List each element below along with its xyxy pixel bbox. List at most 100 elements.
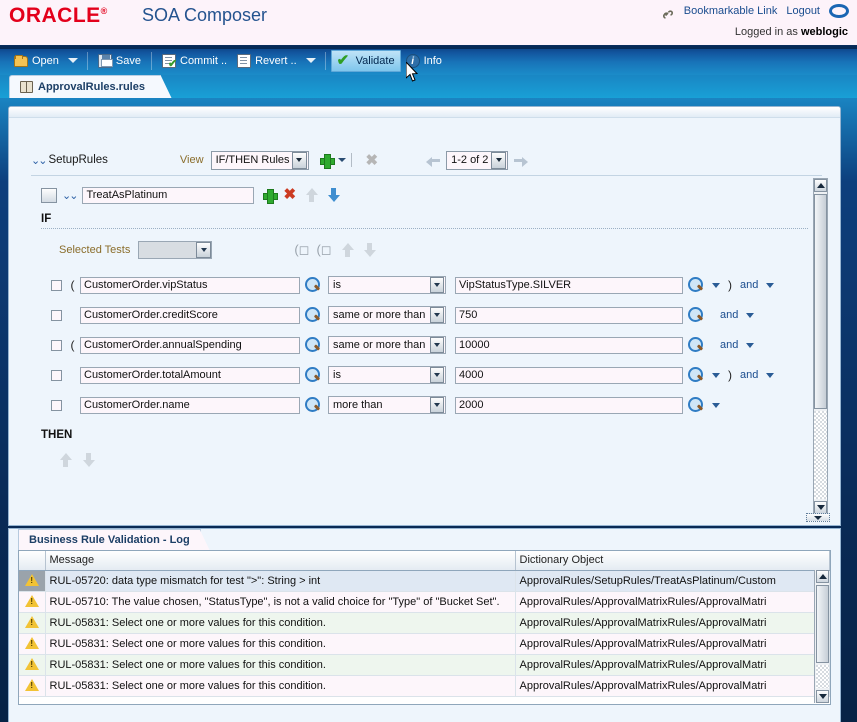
table-row[interactable]: RUL-05831: Select one or more values for… <box>19 612 830 634</box>
page-range-chevron-down-icon <box>491 151 507 169</box>
view-mode-value: IF/THEN Rules <box>215 154 290 166</box>
condition-operator-select[interactable]: same or more than <box>328 336 446 354</box>
panel-resize-grip[interactable] <box>806 513 830 522</box>
log-scrollbar-track[interactable] <box>816 665 829 688</box>
connector-chevron-down-icon[interactable] <box>746 342 755 348</box>
condition-checkbox[interactable] <box>51 399 62 411</box>
save-button[interactable]: Save <box>93 50 146 72</box>
condition-operator-select[interactable]: is <box>328 366 446 384</box>
log-scroll-up-icon[interactable] <box>816 570 829 583</box>
move-action-down-icon[interactable] <box>82 453 95 467</box>
remove-parenthesis-icon[interactable]: (◻ <box>316 242 331 258</box>
validate-button[interactable]: ✔ Validate <box>330 49 401 72</box>
tab-approvalrules-rules[interactable]: ApprovalRules.rules <box>9 75 172 99</box>
ruleset-collapse-chevron-icon[interactable]: ⌄⌄ <box>31 154 48 167</box>
row-severity-cell <box>19 570 46 592</box>
field-search-icon[interactable] <box>305 397 321 413</box>
log-scrollbar-thumb[interactable] <box>816 585 829 663</box>
log-scroll-down-icon[interactable] <box>816 690 829 703</box>
table-row[interactable]: RUL-05831: Select one or more values for… <box>19 633 830 655</box>
add-rule-menu-chevron-down-icon[interactable] <box>337 158 346 162</box>
condition-value-input[interactable] <box>455 366 683 384</box>
column-header-message[interactable]: Message <box>45 551 516 571</box>
delete-rule-row-button[interactable]: ✖ <box>283 187 296 202</box>
page-range-select[interactable]: 1-2 of 2 <box>446 150 509 170</box>
revert-document-icon <box>237 53 252 68</box>
connector-chevron-down-icon[interactable] <box>746 312 755 318</box>
add-rule-button[interactable] <box>319 153 335 169</box>
revert-button[interactable]: Revert .. <box>232 50 302 72</box>
value-search-icon[interactable] <box>688 307 704 323</box>
scroll-up-icon[interactable] <box>814 179 827 192</box>
condition-operator-select[interactable]: same or more than <box>328 306 446 324</box>
info-button-label: Info <box>423 54 442 67</box>
scrollbar-track[interactable] <box>814 411 827 499</box>
table-row[interactable]: RUL-05831: Select one or more values for… <box>19 654 830 676</box>
delete-rule-button[interactable]: ✖ <box>366 153 379 168</box>
selected-tests-select[interactable] <box>138 241 213 259</box>
condition-operator-select[interactable]: more than <box>328 396 446 414</box>
move-rule-up-icon[interactable] <box>305 188 319 202</box>
condition-open-paren: ( <box>67 308 78 322</box>
move-test-down-icon[interactable] <box>363 243 376 257</box>
connector-chevron-down-icon[interactable] <box>766 282 775 288</box>
table-row[interactable]: RUL-05710: The value chosen, "StatusType… <box>19 591 830 613</box>
commit-button[interactable]: ✔ Commit .. <box>157 50 232 72</box>
table-row[interactable]: RUL-05720: data type mismatch for test "… <box>19 570 830 592</box>
logout-link[interactable]: Logout <box>786 5 820 17</box>
value-search-icon[interactable] <box>688 337 704 353</box>
info-button[interactable]: i Info <box>401 50 447 72</box>
value-search-icon[interactable] <box>688 277 704 293</box>
condition-connector: and <box>740 279 759 291</box>
condition-value-input[interactable] <box>455 306 683 324</box>
condition-value-input[interactable] <box>455 276 683 294</box>
value-search-icon[interactable] <box>688 367 704 383</box>
condition-field-input[interactable] <box>80 306 300 324</box>
ruleset-name: SetupRules <box>48 154 108 166</box>
move-action-up-icon[interactable] <box>59 453 72 467</box>
log-vertical-scrollbar[interactable] <box>814 570 829 703</box>
revert-menu-chevron-down-icon[interactable] <box>305 58 316 63</box>
field-search-icon[interactable] <box>305 367 321 383</box>
value-menu-chevron-down-icon[interactable] <box>712 402 720 408</box>
rule-collapse-chevron-icon[interactable]: ⌄⌄ <box>62 189 79 202</box>
previous-page-icon[interactable] <box>426 155 441 167</box>
view-mode-select[interactable]: IF/THEN Rules <box>210 150 309 170</box>
scrollbar-thumb[interactable] <box>814 194 827 409</box>
connector-chevron-down-icon[interactable] <box>766 372 775 378</box>
field-search-icon[interactable] <box>305 337 321 353</box>
add-condition-button[interactable] <box>263 188 279 204</box>
condition-close-paren: ) <box>728 278 732 292</box>
condition-checkbox[interactable] <box>51 339 62 351</box>
field-search-icon[interactable] <box>305 307 321 323</box>
add-parenthesis-icon[interactable]: (◻ <box>294 242 309 258</box>
field-search-icon[interactable] <box>305 277 321 293</box>
condition-field-input[interactable] <box>80 396 300 414</box>
condition-value-input[interactable] <box>455 336 683 354</box>
value-menu-chevron-down-icon[interactable] <box>712 372 720 378</box>
rule-name-input[interactable] <box>82 186 255 204</box>
rule-expand-toggle[interactable] <box>41 187 57 203</box>
rules-vertical-scrollbar[interactable] <box>813 178 828 515</box>
open-button[interactable]: Open <box>9 50 64 72</box>
open-menu-chevron-down-icon[interactable] <box>67 58 78 63</box>
table-row[interactable]: RUL-05831: Select one or more values for… <box>19 675 830 697</box>
condition-operator-select[interactable]: is <box>328 276 446 294</box>
condition-field-input[interactable] <box>80 276 300 294</box>
warning-icon <box>24 595 39 607</box>
value-menu-chevron-down-icon[interactable] <box>712 282 720 288</box>
condition-field-input[interactable] <box>80 366 300 384</box>
condition-checkbox[interactable] <box>51 369 62 381</box>
column-header-dictionary-object[interactable]: Dictionary Object <box>515 551 830 571</box>
condition-field-input[interactable] <box>80 336 300 354</box>
tab-validation-log[interactable]: Business Rule Validation - Log <box>18 529 210 551</box>
move-rule-down-icon[interactable] <box>327 188 341 202</box>
next-page-icon[interactable] <box>514 155 529 167</box>
column-header-severity[interactable] <box>19 551 46 571</box>
condition-value-input[interactable] <box>455 396 683 414</box>
move-test-up-icon[interactable] <box>341 243 354 257</box>
condition-checkbox[interactable] <box>51 279 62 291</box>
value-search-icon[interactable] <box>688 397 704 413</box>
condition-checkbox[interactable] <box>51 309 62 321</box>
bookmarkable-link[interactable]: Bookmarkable Link <box>684 5 778 17</box>
